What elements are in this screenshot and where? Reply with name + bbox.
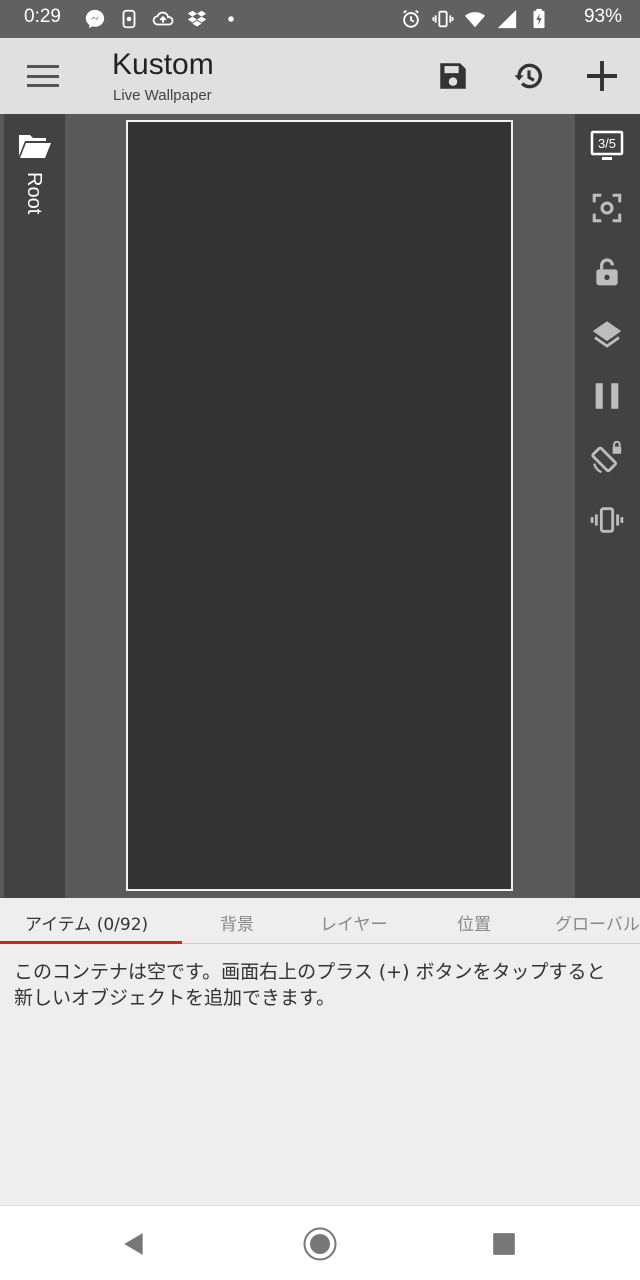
status-bar: 0:29 93% [0,0,640,38]
screen-rotation-lock-icon [591,441,622,474]
active-tab-indicator [0,941,182,944]
editor-area: Root 3/5 [0,114,640,898]
rotation-lock-button[interactable] [587,438,627,478]
left-rail: Root [4,114,65,898]
tab-bar: アイテム (0/92) 背景 レイヤー 位置 グローバル [0,898,640,944]
tab-items[interactable]: アイテム (0/92) [25,910,148,935]
app-subtitle: Live Wallpaper [113,87,212,104]
battery-charging-icon [533,8,545,29]
pause-icon [595,383,619,409]
menu-icon[interactable] [20,58,66,94]
home-icon [303,1227,337,1261]
empty-container-message: このコンテナは空です。画面右上のプラス (+) ボタンをタップすると新しいオブジ… [14,961,606,1009]
signal-icon [497,9,517,29]
recents-button[interactable] [484,1224,524,1264]
wallpaper-preview-canvas[interactable] [126,120,513,891]
home-button[interactable] [300,1224,340,1264]
layers-icon [592,321,622,348]
notification-icon [122,9,136,29]
tab-global[interactable]: グローバル [555,910,640,935]
status-time: 0:29 [24,6,61,27]
tab-position[interactable]: 位置 [457,910,491,935]
vibrate-icon [432,10,454,28]
lock-button[interactable] [587,252,627,292]
history-icon [514,63,542,89]
messenger-icon [85,9,105,29]
save-button[interactable] [431,54,475,98]
add-icon [587,61,617,91]
dot-icon [228,16,234,22]
vibration-icon [590,507,624,533]
vibration-button[interactable] [587,500,627,540]
tab-layer[interactable]: レイヤー [320,910,388,935]
items-panel: このコンテナは空です。画面右上のプラス (+) ボタンをタップすると新しいオブジ… [0,945,640,1205]
save-icon [440,63,466,89]
add-button[interactable] [580,54,624,98]
folder-open-icon[interactable] [18,132,52,160]
focus-button[interactable] [587,188,627,228]
preview-screen-icon: 3/5 [590,130,624,160]
app-bar: Kustom Live Wallpaper [0,38,640,114]
wifi-icon [464,12,486,28]
navigation-bar [0,1205,640,1280]
cloud-upload-icon [152,11,174,26]
layers-button[interactable] [587,314,627,354]
back-button[interactable] [114,1224,154,1264]
battery-percent: 93% [583,6,622,27]
focus-icon [592,193,622,223]
alarm-icon [403,9,419,28]
tab-background[interactable]: 背景 [220,910,254,935]
preview-screen-button[interactable]: 3/5 [587,126,627,166]
history-button[interactable] [507,54,551,98]
root-label[interactable]: Root [22,172,45,214]
pause-button[interactable] [587,376,627,416]
recents-icon [493,1233,515,1255]
app-title: Kustom [112,48,214,81]
dropbox-icon [187,10,207,27]
lock-open-icon [596,258,618,286]
preview-badge: 3/5 [598,136,616,151]
back-icon [124,1233,143,1255]
right-rail: 3/5 [575,114,640,898]
